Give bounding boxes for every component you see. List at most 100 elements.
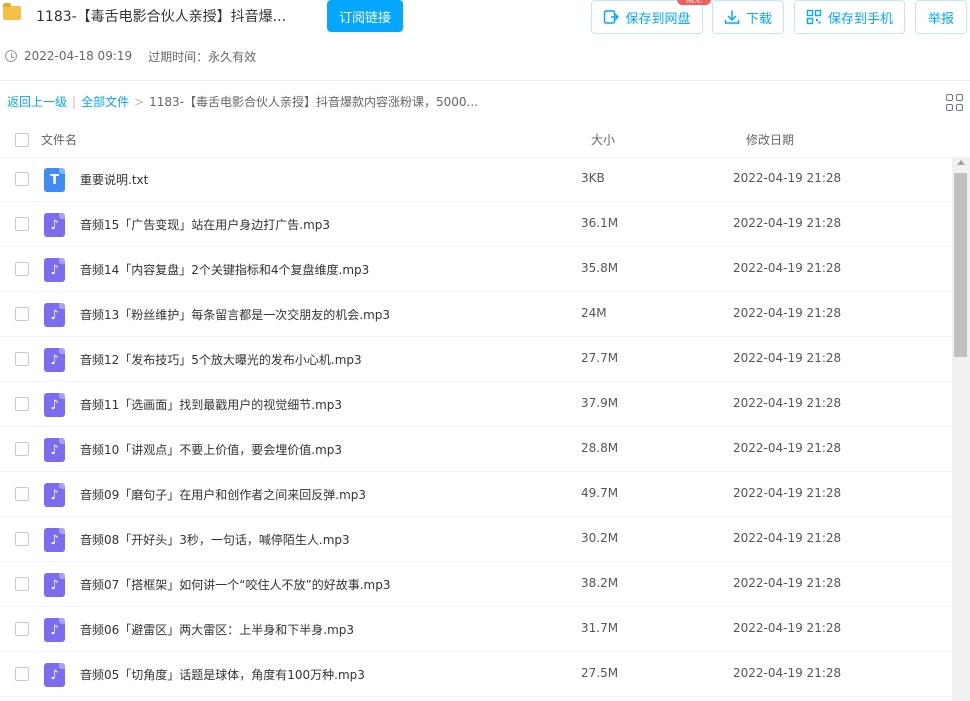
grid-cell <box>956 94 963 101</box>
audio-file-icon: ♪ <box>44 258 65 282</box>
divider <box>0 80 970 81</box>
download-icon <box>724 10 740 24</box>
file-name[interactable]: 重要说明.txt <box>80 171 148 188</box>
file-name[interactable]: 音频08「开好头」3秒，一句话，喊停陌生人.mp3 <box>80 531 350 548</box>
audio-file-icon: ♪ <box>44 393 65 417</box>
row-checkbox[interactable] <box>15 667 29 681</box>
row-checkbox[interactable] <box>15 262 29 276</box>
select-all-checkbox[interactable] <box>15 133 29 147</box>
file-name[interactable]: 音频14「内容复盘」2个关键指标和4个复盘维度.mp3 <box>80 261 369 278</box>
clock-icon <box>5 50 17 62</box>
created-time: 2022-04-18 09:19 <box>24 49 133 63</box>
grid-cell <box>946 104 953 111</box>
share-title: 1183-【毒舌电影合伙人亲授】抖音爆... <box>36 9 287 25</box>
file-date: 2022-04-19 21:28 <box>733 396 842 410</box>
file-date: 2022-04-19 21:28 <box>733 621 842 635</box>
breadcrumb-back-link[interactable]: 返回上一级 <box>7 93 67 110</box>
free-badge: 限免 <box>677 0 711 5</box>
scrollbar[interactable] <box>952 157 970 701</box>
breadcrumb-all-files-link[interactable]: 全部文件 <box>81 93 129 110</box>
file-name[interactable]: 音频05「切角度」话题是球体，角度有100万种.mp3 <box>80 666 365 683</box>
breadcrumb-separator: | <box>72 94 77 109</box>
file-row[interactable]: ♪ 音频15「广告变现」站在用户身边打广告.mp3 36.1M 2022-04-… <box>0 202 952 247</box>
row-checkbox[interactable] <box>15 217 29 231</box>
file-size: 35.8M <box>581 261 619 275</box>
file-row[interactable]: ♪ 音频14「内容复盘」2个关键指标和4个复盘维度.mp3 35.8M 2022… <box>0 247 952 292</box>
file-size: 30.2M <box>581 531 619 545</box>
audio-file-icon: ♪ <box>44 573 65 597</box>
file-row[interactable]: ♪ 音频06「避雷区」两大雷区：上半身和下半身.mp3 31.7M 2022-0… <box>0 607 952 652</box>
file-row[interactable]: ♪ 音频10「讲观点」不要上价值，要会埋价值.mp3 28.8M 2022-04… <box>0 427 952 472</box>
file-size: 49.7M <box>581 486 619 500</box>
save-to-disk-label: 保存到网盘 <box>625 11 691 27</box>
file-size: 38.2M <box>581 576 619 590</box>
file-name[interactable]: 音频10「讲观点」不要上价值，要会埋价值.mp3 <box>80 441 342 458</box>
breadcrumb-current: 1183-【毒舌电影合伙人亲授】抖音爆款内容涨粉课，5000... <box>149 95 478 109</box>
row-checkbox[interactable] <box>15 397 29 411</box>
file-name[interactable]: 音频13「粉丝维护」每条留言都是一次交朋友的机会.mp3 <box>80 306 390 323</box>
scroll-up-arrow-icon[interactable] <box>957 160 965 165</box>
save-to-phone-button[interactable]: 保存到手机 <box>794 0 905 34</box>
column-header-date[interactable]: 修改日期 <box>746 131 794 148</box>
audio-file-icon: ♪ <box>44 348 65 372</box>
file-row[interactable]: T 重要说明.txt 3KB 2022-04-19 21:28 <box>0 157 952 202</box>
audio-file-icon: ♪ <box>44 663 65 687</box>
file-date: 2022-04-19 21:28 <box>733 216 842 230</box>
file-date: 2022-04-19 21:28 <box>733 351 842 365</box>
file-size: 37.9M <box>581 396 619 410</box>
column-header-size[interactable]: 大小 <box>591 131 615 148</box>
row-checkbox[interactable] <box>15 532 29 546</box>
qr-code-icon <box>806 9 822 25</box>
file-size: 24M <box>581 306 607 320</box>
row-checkbox[interactable] <box>15 172 29 186</box>
file-name[interactable]: 音频11「选画面」找到最戳用户的视觉细节.mp3 <box>80 396 342 413</box>
row-checkbox[interactable] <box>15 487 29 501</box>
report-label: 举报 <box>927 11 954 27</box>
file-date: 2022-04-19 21:28 <box>733 576 842 590</box>
file-size: 28.8M <box>581 441 619 455</box>
row-checkbox[interactable] <box>15 307 29 321</box>
file-row[interactable]: ♪ 音频07「搭框架」如何讲一个“咬住人不放”的好故事.mp3 38.2M 20… <box>0 562 952 607</box>
column-header-name[interactable]: 文件名 <box>41 131 77 148</box>
file-row[interactable]: ♪ 音频09「磨句子」在用户和创作者之间来回反弹.mp3 49.7M 2022-… <box>0 472 952 517</box>
file-row[interactable]: ♪ 音频13「粉丝维护」每条留言都是一次交朋友的机会.mp3 24M 2022-… <box>0 292 952 337</box>
file-date: 2022-04-19 21:28 <box>733 171 842 185</box>
grid-view-icon[interactable] <box>946 94 963 111</box>
file-size: 3KB <box>581 171 605 185</box>
file-size: 31.7M <box>581 621 619 635</box>
audio-file-icon: ♪ <box>44 213 65 237</box>
file-name[interactable]: 音频06「避雷区」两大雷区：上半身和下半身.mp3 <box>80 621 354 638</box>
audio-file-icon: ♪ <box>44 438 65 462</box>
audio-file-icon: ♪ <box>44 483 65 507</box>
top-bar: 1183-【毒舌电影合伙人亲授】抖音爆... 订阅链接 保存到网盘 限免 下载 … <box>0 0 970 36</box>
file-name[interactable]: 音频07「搭框架」如何讲一个“咬住人不放”的好故事.mp3 <box>80 576 390 593</box>
file-row[interactable]: ♪ 音频08「开好头」3秒，一句话，喊停陌生人.mp3 30.2M 2022-0… <box>0 517 952 562</box>
save-to-disk-button[interactable]: 保存到网盘 <box>591 0 703 34</box>
file-name[interactable]: 音频15「广告变现」站在用户身边打广告.mp3 <box>80 216 330 233</box>
save-to-disk-icon <box>604 10 620 24</box>
file-name[interactable]: 音频09「磨句子」在用户和创作者之间来回反弹.mp3 <box>80 486 366 503</box>
file-size: 27.7M <box>581 351 619 365</box>
subscribe-link-button[interactable]: 订阅链接 <box>327 0 403 32</box>
audio-file-icon: ♪ <box>44 618 65 642</box>
txt-file-icon: T <box>44 168 65 192</box>
file-row[interactable]: ♪ 音频12「发布技巧」5个放大曝光的发布小心机.mp3 27.7M 2022-… <box>0 337 952 382</box>
scrollbar-thumb[interactable] <box>954 173 967 357</box>
file-size: 36.1M <box>581 216 619 230</box>
row-checkbox[interactable] <box>15 442 29 456</box>
folder-icon <box>3 3 21 20</box>
file-row[interactable]: ♪ 音频11「选画面」找到最戳用户的视觉细节.mp3 37.9M 2022-04… <box>0 382 952 427</box>
download-button[interactable]: 下载 <box>712 0 784 34</box>
grid-cell <box>946 94 953 101</box>
report-button[interactable]: 举报 <box>915 0 967 34</box>
file-date: 2022-04-19 21:28 <box>733 486 842 500</box>
file-name[interactable]: 音频12「发布技巧」5个放大曝光的发布小心机.mp3 <box>80 351 362 368</box>
file-row[interactable]: ♪ 音频05「切角度」话题是球体，角度有100万种.mp3 27.5M 2022… <box>0 652 952 697</box>
file-date: 2022-04-19 21:28 <box>733 441 842 455</box>
row-checkbox[interactable] <box>15 352 29 366</box>
file-date: 2022-04-19 21:28 <box>733 531 842 545</box>
file-date: 2022-04-19 21:28 <box>733 666 842 680</box>
row-checkbox[interactable] <box>15 622 29 636</box>
file-date: 2022-04-19 21:28 <box>733 261 842 275</box>
row-checkbox[interactable] <box>15 577 29 591</box>
